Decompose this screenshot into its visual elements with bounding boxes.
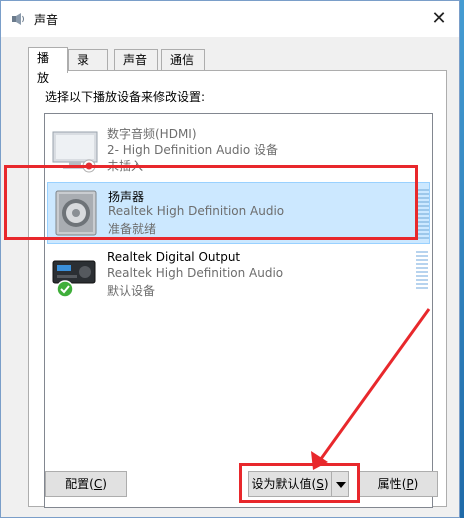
configure-button[interactable]: 配置(C) xyxy=(45,471,127,497)
configure-label: 配置 xyxy=(65,477,90,491)
sound-dialog: 声音 ✕ 播放 录制 声音 通信 选择以下播放设备来修改设置: 数字音频(HDM… xyxy=(0,0,460,518)
device-status: 未插入 xyxy=(107,159,144,173)
speaker-icon xyxy=(55,190,97,236)
tab-communications[interactable]: 通信 xyxy=(161,49,205,71)
set-default-mnemonic: S xyxy=(316,477,324,491)
device-name: Realtek Digital Output xyxy=(107,250,241,264)
device-list[interactable]: 数字音频(HDMI) 2- High Definition Audio 设备 未… xyxy=(44,113,433,508)
device-status: 准备就绪 xyxy=(108,222,157,236)
volume-level-meter xyxy=(416,251,428,303)
device-item-speakers[interactable]: 扬声器 Realtek High Definition Audio 准备就绪 xyxy=(47,182,430,244)
device-name: 数字音频(HDMI) xyxy=(107,127,197,141)
title-bar[interactable]: 声音 ✕ xyxy=(1,1,459,37)
tab-sounds[interactable]: 声音 xyxy=(114,49,158,71)
device-driver: Realtek High Definition Audio xyxy=(108,204,285,218)
properties-mnemonic: P xyxy=(406,477,414,491)
instruction-text: 选择以下播放设备来修改设置: xyxy=(45,90,206,104)
device-item-hdmi[interactable]: 数字音频(HDMI) 2- High Definition Audio 设备 未… xyxy=(47,120,430,182)
tab-playback[interactable]: 播放 xyxy=(28,47,68,85)
properties-label: 属性 xyxy=(377,477,402,491)
set-default-label: 设为默认值 xyxy=(251,477,312,491)
device-driver: 2- High Definition Audio 设备 xyxy=(107,143,279,157)
device-item-digital-output[interactable]: Realtek Digital Output Realtek High Defi… xyxy=(47,245,430,307)
playback-panel: 选择以下播放设备来修改设置: 数字音频(HDMI) 2- High Defini… xyxy=(28,70,447,508)
monitor-icon xyxy=(52,131,98,173)
configure-mnemonic: C xyxy=(93,477,103,491)
device-status: 默认设备 xyxy=(107,284,156,298)
volume-level-meter xyxy=(417,189,429,241)
set-default-dropdown-icon[interactable] xyxy=(331,471,349,497)
close-icon[interactable]: ✕ xyxy=(424,5,454,33)
speaker-app-icon xyxy=(12,13,24,25)
tab-recording[interactable]: 录制 xyxy=(68,49,108,87)
receiver-icon xyxy=(52,260,96,298)
device-driver: Realtek High Definition Audio xyxy=(107,266,284,280)
device-name: 扬声器 xyxy=(108,190,145,204)
set-default-button[interactable]: 设为默认值(S) xyxy=(248,471,332,497)
window-title: 声音 xyxy=(34,13,59,27)
properties-button[interactable]: 属性(P) xyxy=(358,471,438,497)
